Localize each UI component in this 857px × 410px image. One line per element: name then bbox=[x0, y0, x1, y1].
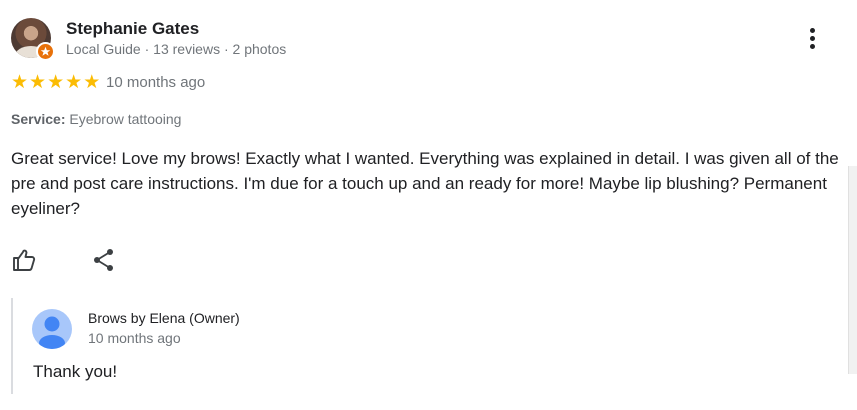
star-icon: ★ bbox=[65, 71, 83, 93]
star-icon: ★ bbox=[47, 71, 65, 93]
service-label: Service: bbox=[11, 111, 66, 127]
share-icon[interactable] bbox=[91, 247, 117, 273]
reply-divider bbox=[11, 298, 13, 394]
owner-reply-text: Thank you! bbox=[33, 362, 118, 381]
reviewer-name[interactable]: Stephanie Gates bbox=[66, 19, 199, 39]
local-guide-badge-icon bbox=[36, 42, 55, 61]
star-icon: ★ bbox=[11, 71, 29, 93]
more-vert-icon[interactable] bbox=[803, 26, 823, 52]
star-icon: ★ bbox=[83, 71, 101, 93]
star-rating: ★ ★ ★ ★ ★ bbox=[11, 72, 100, 92]
review-card: Stephanie Gates Local Guide · 13 reviews… bbox=[0, 0, 857, 410]
service-line: Service: Eyebrow tattooing bbox=[11, 111, 181, 127]
default-user-avatar bbox=[32, 309, 72, 349]
reviewer-meta: Local Guide · 13 reviews · 2 photos bbox=[66, 41, 287, 57]
thumb-up-icon[interactable] bbox=[10, 246, 38, 274]
owner-name: Brows by Elena (Owner) bbox=[88, 310, 240, 326]
review-text: Great service! Love my brows! Exactly wh… bbox=[11, 149, 839, 218]
service-value: Eyebrow tattooing bbox=[69, 111, 182, 127]
scrollbar[interactable] bbox=[848, 166, 857, 374]
review-time: 10 months ago bbox=[106, 74, 206, 91]
star-icon: ★ bbox=[29, 71, 47, 93]
owner-reply-time: 10 months ago bbox=[88, 330, 181, 346]
